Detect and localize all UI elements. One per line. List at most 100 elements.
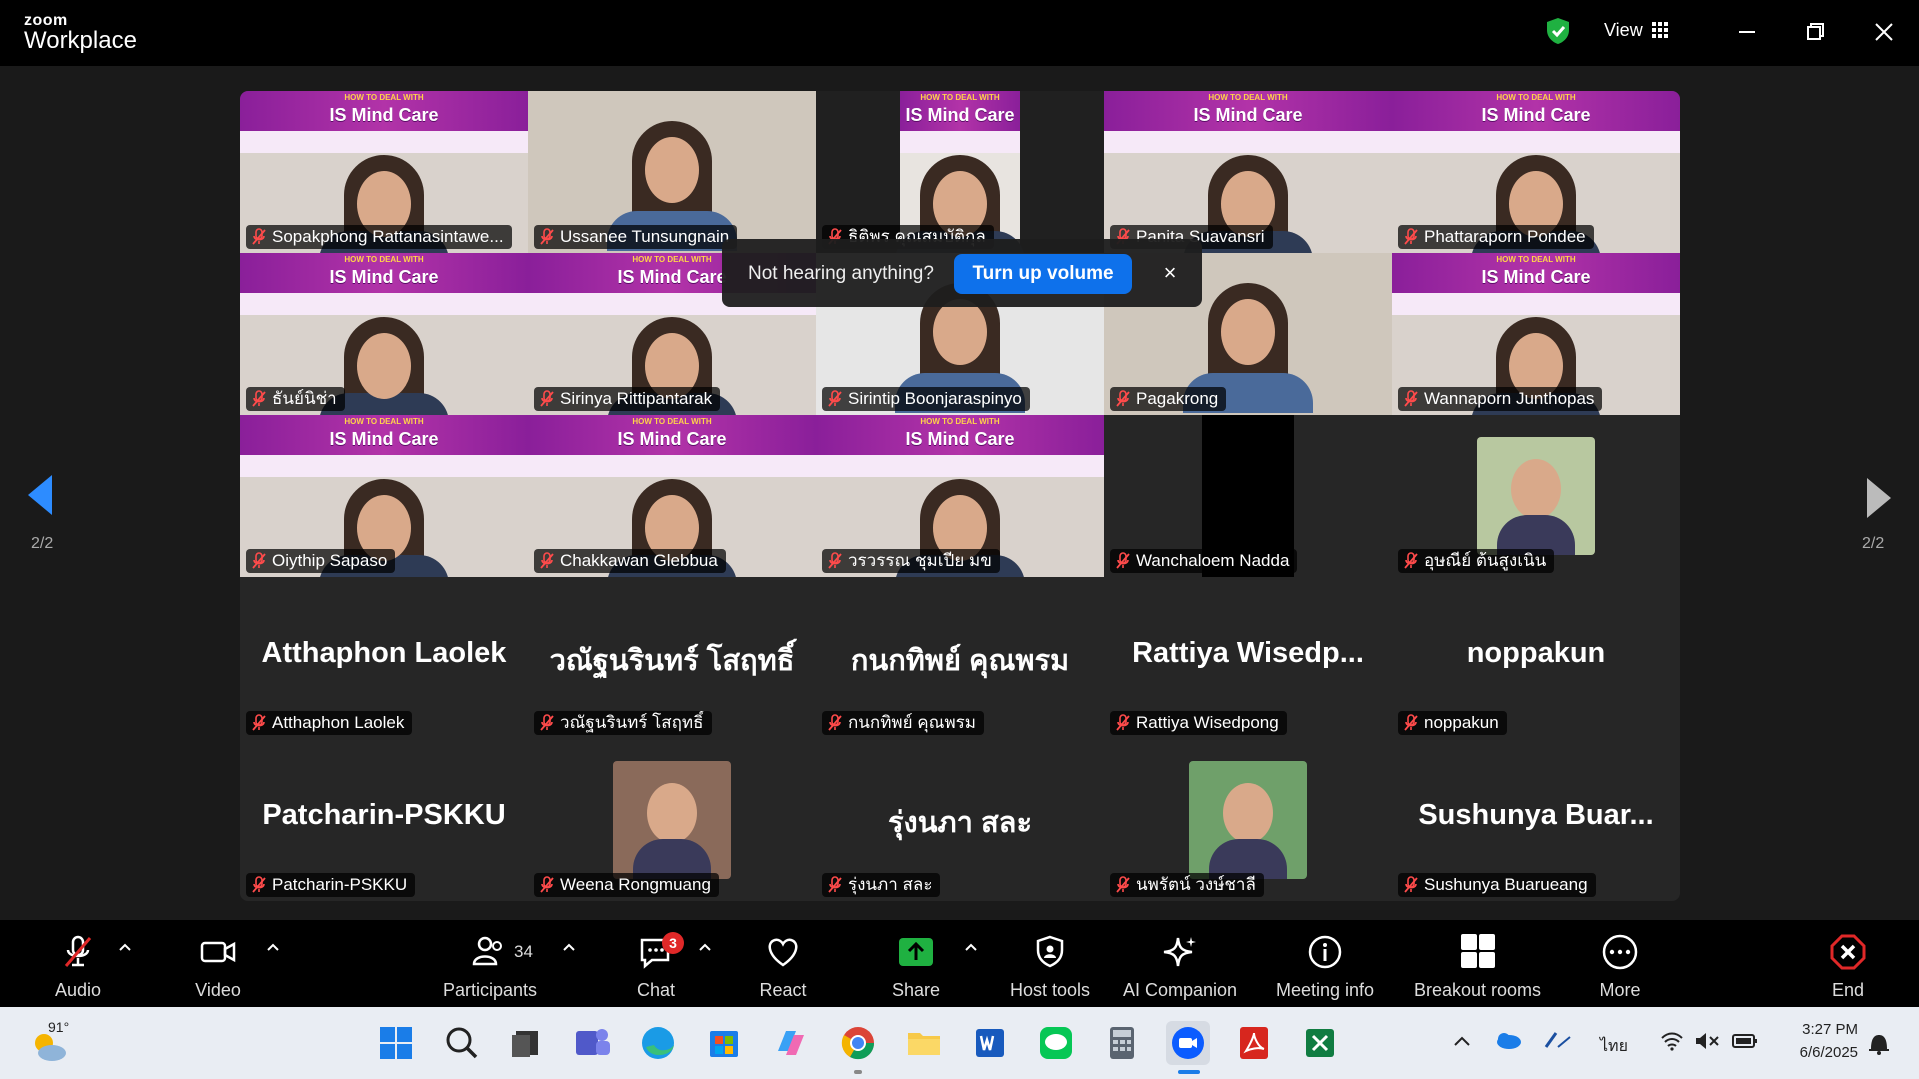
banner-band (816, 455, 1104, 477)
chat-options-caret-icon[interactable] (698, 942, 712, 952)
participant-tile[interactable]: Weena Rongmuang (528, 739, 816, 901)
copilot-icon[interactable] (768, 1021, 812, 1065)
banner-title: IS Mind Care (1481, 105, 1591, 125)
close-icon[interactable] (1866, 14, 1902, 50)
share-button[interactable]: Share (868, 920, 964, 1007)
clock-date[interactable]: 6/6/2025 (1780, 1044, 1858, 1061)
calculator-icon[interactable] (1100, 1021, 1144, 1065)
next-page-arrow-icon[interactable] (1867, 478, 1891, 518)
onedrive-cloud-icon[interactable] (1494, 1029, 1522, 1051)
teams-icon[interactable] (570, 1021, 614, 1065)
participant-tile[interactable]: Ussanee Tunsungnain (528, 91, 816, 253)
participant-display-name: Atthaphon Laolek (261, 637, 507, 669)
participant-tile[interactable]: Sushunya Buar... Sushunya Buarueang (1392, 739, 1680, 901)
turn-up-volume-button[interactable]: Turn up volume (954, 254, 1132, 294)
previous-page-arrow-icon[interactable] (28, 475, 52, 515)
participant-tile[interactable]: HOW TO DEAL WITH IS Mind Care Sopakphong R… (240, 91, 528, 253)
meeting-info-button[interactable]: Meeting info (1260, 920, 1390, 1007)
participant-tile[interactable]: noppakun noppakun (1392, 577, 1680, 739)
participant-tile[interactable]: HOW TO DEAL WITH IS Mind Care Panita Suava… (1104, 91, 1392, 253)
participant-tile[interactable]: HOW TO DEAL WITH IS Mind Care Oiythip Sapa… (240, 415, 528, 577)
view-button[interactable]: View (1604, 20, 1643, 41)
participant-tile[interactable]: นพรัตน์ วงษ์ชาลี (1104, 739, 1392, 901)
participant-tile[interactable]: รุ่งนภา สละ รุ่งนภา สละ (816, 739, 1104, 901)
microsoft-store-icon[interactable] (702, 1021, 746, 1065)
wifi-icon[interactable] (1660, 1031, 1684, 1051)
pen-input-icon[interactable] (1542, 1027, 1574, 1053)
chat-button[interactable]: 3 Chat (608, 920, 704, 1007)
input-language[interactable]: ไทย (1600, 1034, 1628, 1059)
line-app-icon[interactable] (1034, 1021, 1078, 1065)
participant-display-name: กนกทิพย์ คุณพรม (850, 645, 1070, 677)
participant-tile[interactable]: Atthaphon Laolek Atthaphon Laolek (240, 577, 528, 739)
banner-subtitle: HOW TO DEAL WITH (1496, 255, 1576, 264)
participant-name-tag: วณัฐนรินทร์ โสฤทธิ์ (534, 711, 712, 735)
chat-unread-badge: 3 (662, 932, 684, 954)
grid-icon[interactable] (1652, 22, 1668, 38)
more-button[interactable]: More (1572, 920, 1668, 1007)
banner-subtitle: HOW TO DEAL WITH (920, 417, 1000, 426)
end-button[interactable]: End (1800, 920, 1896, 1007)
react-button[interactable]: React (735, 920, 831, 1007)
participant-name-tag: Ussanee Tunsungnain (534, 225, 738, 249)
banner-subtitle: HOW TO DEAL WITH (632, 417, 712, 426)
participant-name-tag: Patcharin-PSKKU (246, 873, 416, 897)
restore-icon[interactable] (1797, 14, 1833, 50)
participants-options-caret-icon[interactable] (562, 942, 576, 952)
participant-name: รุ่งนภา สละ (848, 875, 933, 894)
mic-muted-icon (828, 552, 842, 569)
profile-photo (1189, 761, 1307, 879)
share-options-caret-icon[interactable] (964, 942, 978, 952)
participant-tile[interactable]: Wanchaloem Nadda (1104, 415, 1392, 577)
minimize-icon[interactable] (1729, 14, 1765, 50)
participant-name: Ussanee Tunsungnain (560, 227, 730, 246)
mic-muted-icon (1116, 714, 1130, 731)
participant-name-tag: Sushunya Buarueang (1398, 873, 1596, 897)
participant-name-tag: วรวรรณ ชุมเปีย มข (822, 549, 1000, 573)
end-meeting-icon (1830, 934, 1866, 970)
participant-tile[interactable]: HOW TO DEAL WITH IS Mind Care วรวรรณ ชุมเป… (816, 415, 1104, 577)
task-view-icon[interactable] (504, 1021, 548, 1065)
participant-tile[interactable]: กนกทิพย์ คุณพรม กนกทิพย์ คุณพรม (816, 577, 1104, 739)
audio-options-caret-icon[interactable] (118, 942, 132, 952)
search-icon[interactable] (440, 1021, 484, 1065)
ai-companion-button[interactable]: AI Companion (1115, 920, 1245, 1007)
notification-bell-icon[interactable] (1866, 1031, 1892, 1055)
file-explorer-icon[interactable] (902, 1021, 946, 1065)
speaker-muted-icon[interactable] (1694, 1031, 1720, 1051)
participant-tile[interactable]: อุษณีย์ ต้นสูงเนิน (1392, 415, 1680, 577)
participant-tile[interactable]: HOW TO DEAL WITH IS Mind Care Phattaraporn… (1392, 91, 1680, 253)
acrobat-icon[interactable] (1232, 1021, 1276, 1065)
participant-tile[interactable]: Patcharin-PSKKU Patcharin-PSKKU (240, 739, 528, 901)
participant-face (357, 333, 411, 399)
participant-tile[interactable]: HOW TO DEAL WITH IS Mind Care ธันย์นิช่า (240, 253, 528, 415)
breakout-rooms-button[interactable]: Breakout rooms (1405, 920, 1550, 1007)
video-button[interactable]: Video (170, 920, 266, 1007)
windows-start-icon[interactable] (374, 1021, 418, 1065)
participant-name-tag: Atthaphon Laolek (246, 711, 413, 735)
participant-tile[interactable]: HOW TO DEAL WITH IS Mind Care ธิติพร คุณสม… (816, 91, 1104, 253)
participant-tile[interactable]: วณัฐนรินทร์ โสฤทธิ์ วณัฐนรินทร์ โสฤทธิ์ (528, 577, 816, 739)
chrome-icon[interactable] (836, 1021, 880, 1065)
audio-button[interactable]: Audio (30, 920, 126, 1007)
mic-muted-icon (540, 552, 554, 569)
excel-icon[interactable] (1298, 1021, 1342, 1065)
participant-tile[interactable]: HOW TO DEAL WITH IS Mind Care Wannaporn Ju… (1392, 253, 1680, 415)
participants-button[interactable]: 34 Participants (430, 920, 550, 1007)
participant-tile[interactable]: Rattiya Wisedp... Rattiya Wisedpong (1104, 577, 1392, 739)
zoom-taskbar-icon[interactable] (1166, 1021, 1210, 1065)
participant-tile[interactable]: HOW TO DEAL WITH IS Mind Care Chakkawan Gl… (528, 415, 816, 577)
clock-time[interactable]: 3:27 PM (1790, 1021, 1858, 1038)
battery-icon[interactable] (1732, 1032, 1758, 1050)
word-icon[interactable] (968, 1021, 1012, 1065)
audio-toast: Not hearing anything? Turn up volume × (722, 239, 1202, 307)
banner-band (240, 455, 528, 477)
edge-browser-icon[interactable] (636, 1021, 680, 1065)
host-tools-button[interactable]: Host tools (995, 920, 1105, 1007)
video-options-caret-icon[interactable] (266, 942, 280, 952)
shield-check-icon[interactable] (1545, 17, 1571, 45)
toast-close-button[interactable]: × (1154, 257, 1186, 289)
banner-subtitle: HOW TO DEAL WITH (1208, 93, 1288, 102)
react-label: React (759, 980, 807, 1000)
chevron-up-icon[interactable] (1452, 1033, 1472, 1049)
